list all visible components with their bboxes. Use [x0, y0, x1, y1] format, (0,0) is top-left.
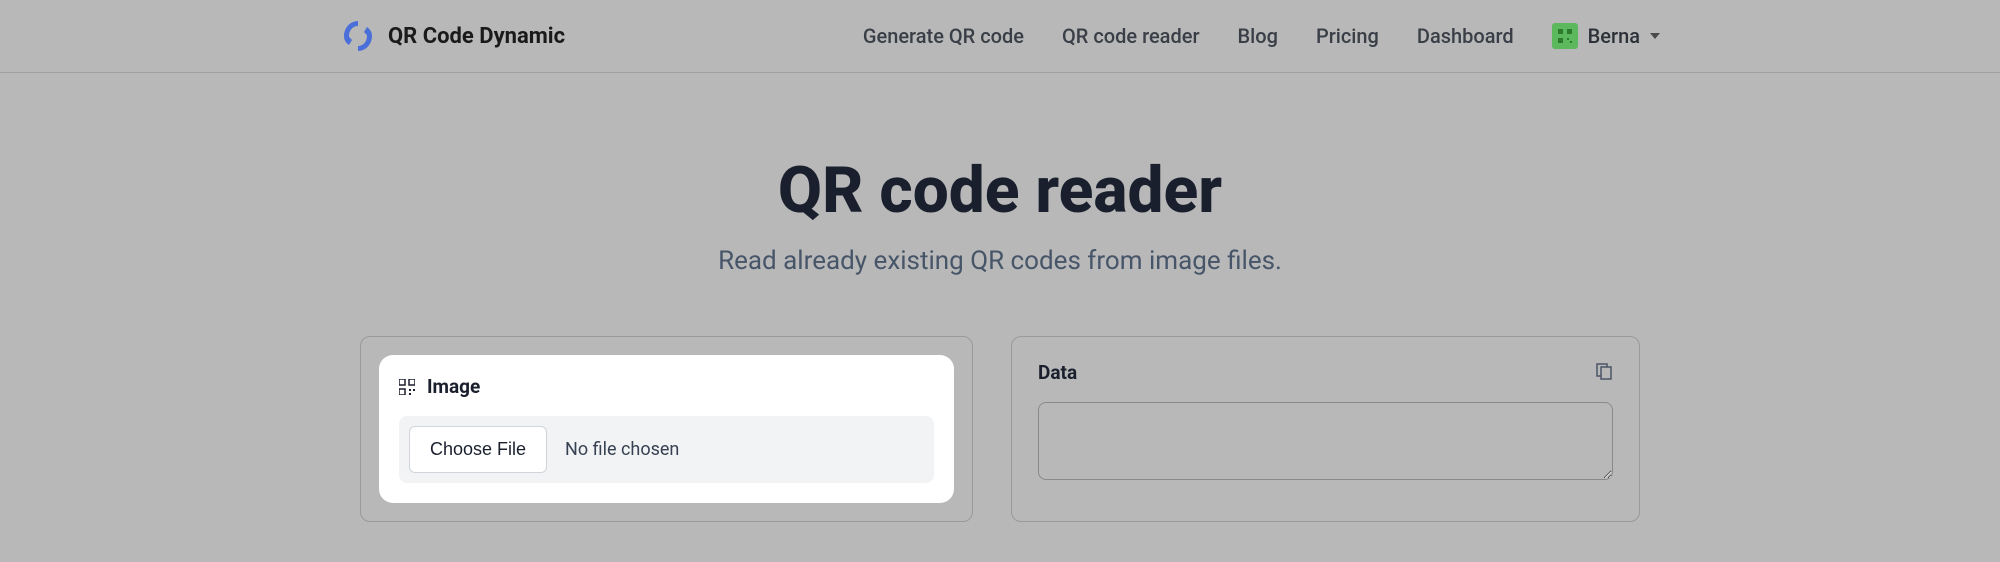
hero-section: QR code reader Read already existing QR …: [0, 73, 2000, 336]
data-panel: Data: [1011, 336, 1640, 522]
nav-pricing[interactable]: Pricing: [1316, 24, 1379, 48]
qr-icon: [399, 379, 415, 395]
upload-panel: Image Choose File No file chosen: [360, 336, 973, 522]
main-nav: Generate QR code QR code reader Blog Pri…: [863, 23, 1660, 49]
upload-label: Image: [427, 375, 480, 398]
chevron-down-icon: [1650, 33, 1660, 39]
brand-logo[interactable]: QR Code Dynamic: [340, 18, 565, 54]
user-name: Berna: [1588, 24, 1640, 48]
nav-qr-reader[interactable]: QR code reader: [1062, 24, 1200, 48]
brand-text: QR Code Dynamic: [388, 24, 565, 49]
page-subtitle: Read already existing QR codes from imag…: [20, 246, 1980, 276]
page-title: QR code reader: [20, 153, 1980, 228]
data-label: Data: [1038, 361, 1077, 384]
nav-blog[interactable]: Blog: [1238, 24, 1278, 48]
user-menu[interactable]: Berna: [1552, 23, 1660, 49]
upload-card: Image Choose File No file chosen: [379, 355, 954, 503]
data-output[interactable]: [1038, 402, 1613, 480]
file-input-row[interactable]: Choose File No file chosen: [399, 416, 934, 483]
user-avatar-icon: [1552, 23, 1578, 49]
file-status-text: No file chosen: [565, 439, 679, 460]
brand-logo-icon: [340, 18, 376, 54]
nav-dashboard[interactable]: Dashboard: [1417, 24, 1514, 48]
nav-generate-qr[interactable]: Generate QR code: [863, 24, 1024, 48]
choose-file-button[interactable]: Choose File: [409, 426, 547, 473]
copy-icon[interactable]: [1595, 362, 1613, 384]
